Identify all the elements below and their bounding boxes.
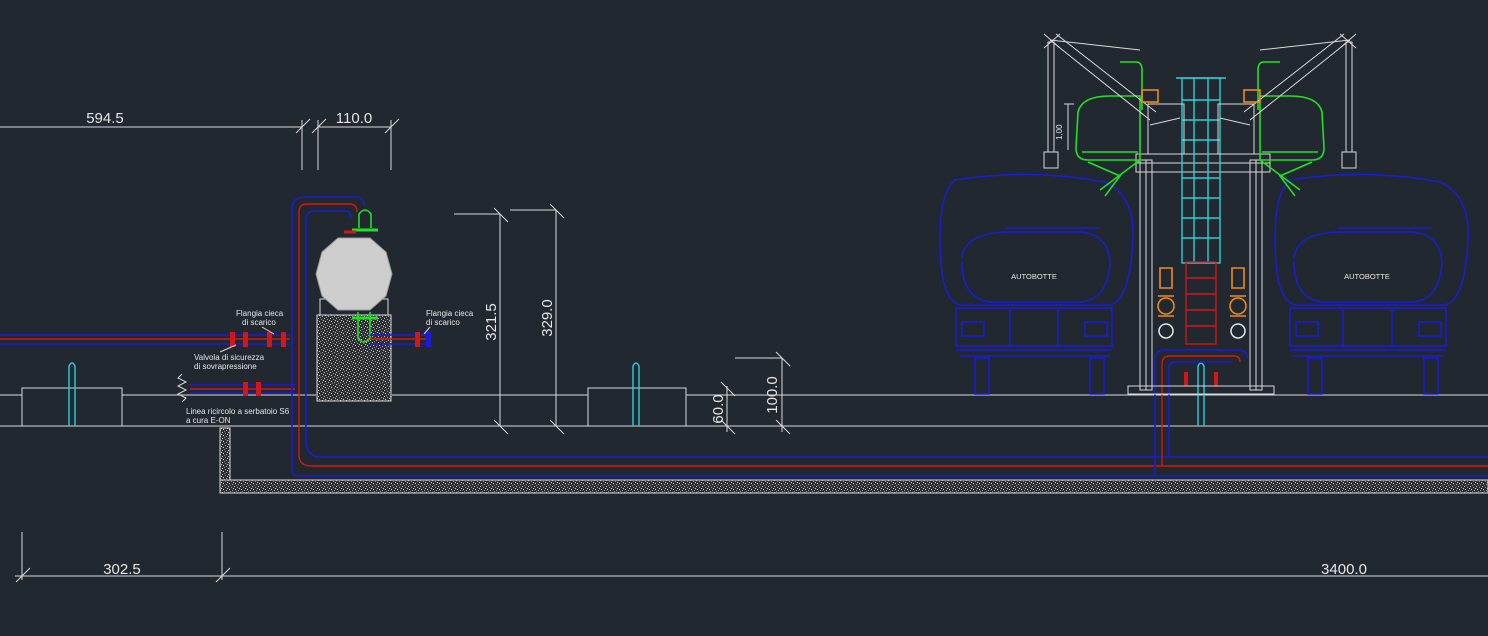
ground-structure <box>0 362 1488 494</box>
trench-wall <box>219 427 231 481</box>
bollard-middle <box>632 362 640 426</box>
flangia-left-line1: Flangia cieca <box>236 309 284 318</box>
dim-110-label: 110.0 <box>336 110 372 127</box>
dim-60-label: 60.0 <box>710 394 727 423</box>
truck-right: AUTOBOTTE <box>1274 173 1469 395</box>
trench-floor <box>219 479 1488 494</box>
flangia-right-line1: Flangia cieca <box>426 309 474 318</box>
middle-curb-block <box>587 387 687 427</box>
valvola-line1: Valvola di sicurezza <box>194 353 265 362</box>
bollard-left <box>68 362 76 426</box>
linea-line1: Linea ricircolo a serbatoio S6 <box>186 407 290 416</box>
left-curb-block <box>21 387 123 427</box>
loading-gantry: 1,00 <box>1043 33 1357 395</box>
tank-plinth <box>316 314 392 402</box>
truck-left: AUTOBOTTE <box>939 173 1134 395</box>
dim-302-label: 302.5 <box>103 561 141 578</box>
arm-dimension-label: 1,00 <box>1055 124 1064 140</box>
truck-right-label: AUTOBOTTE <box>1344 272 1390 281</box>
dim-321-label: 321.5 <box>483 303 500 341</box>
tank-assembly <box>315 209 393 402</box>
valvola-line2: di sovrapressione <box>194 362 257 371</box>
dim-329-label: 329.0 <box>539 299 556 337</box>
break-line-symbol <box>176 373 188 403</box>
flangia-right-line2: di scarico <box>426 318 460 327</box>
truck-left-label: AUTOBOTTE <box>1011 272 1057 281</box>
dim-3400-label: 3400.0 <box>1321 561 1367 578</box>
dim-100-label: 100.0 <box>764 376 781 414</box>
linea-line2: a cura E-ON <box>186 416 231 425</box>
tank-top-nozzle <box>358 209 372 228</box>
cad-drawing-canvas: AUTOBOTTE AUTOBOTTE 1,00 594.5 110.0 321… <box>0 33 1488 583</box>
flangia-left-line2: di scarico <box>242 318 276 327</box>
tank-vessel <box>315 237 393 311</box>
dim-594-label: 594.5 <box>86 110 124 127</box>
